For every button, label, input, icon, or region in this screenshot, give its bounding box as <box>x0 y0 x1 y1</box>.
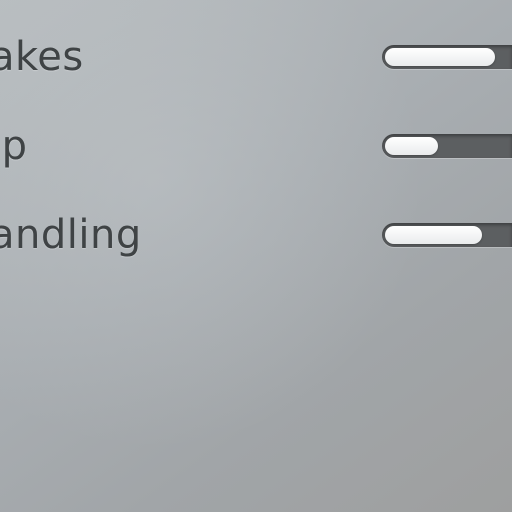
stat-bar-fill <box>385 226 482 244</box>
stat-bar-fill <box>385 137 438 155</box>
stat-bar <box>382 134 512 158</box>
stat-label: akes <box>0 34 84 80</box>
stat-row-brakes: akes <box>0 27 512 87</box>
stat-bar <box>382 223 512 247</box>
stat-bar <box>382 45 512 69</box>
stat-label: ip <box>0 123 28 169</box>
stat-bar-fill <box>385 48 495 66</box>
stat-row-handling: andling <box>0 205 512 265</box>
stat-row-grip: ip <box>0 116 512 176</box>
stat-label: andling <box>0 212 142 258</box>
